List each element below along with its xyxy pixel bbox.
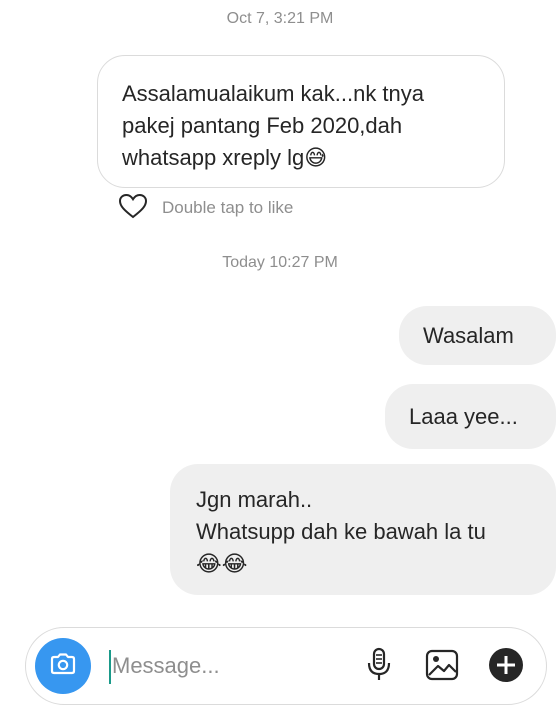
message-text: Wasalam xyxy=(423,322,514,348)
message-text: Assalamualaikum kak...nk tnya pakej pant… xyxy=(122,81,425,170)
timestamp: Today 10:27 PM xyxy=(222,254,338,271)
double-tap-hint: Double tap to like xyxy=(162,198,294,217)
incoming-message-bubble[interactable]: Assalamualaikum kak...nk tnya pakej pant… xyxy=(97,55,505,188)
text-cursor xyxy=(109,650,111,684)
add-button[interactable] xyxy=(486,647,526,687)
add-icon xyxy=(488,647,524,688)
heart-icon[interactable] xyxy=(118,193,148,224)
camera-button[interactable] xyxy=(35,638,91,694)
like-row: Double tap to like xyxy=(118,193,294,220)
outgoing-message-bubble[interactable]: Wasalam xyxy=(399,306,556,365)
gallery-button[interactable] xyxy=(422,647,462,687)
outgoing-message-bubble[interactable]: Jgn marah.. Whatsupp dah ke bawah la tu 😂… xyxy=(170,464,556,595)
voice-button[interactable] xyxy=(359,647,399,687)
message-input[interactable] xyxy=(112,646,342,686)
timestamp: Oct 7, 3:21 PM xyxy=(226,10,334,27)
gallery-icon xyxy=(425,649,459,686)
camera-icon xyxy=(50,652,76,680)
message-text: Jgn marah.. Whatsupp dah ke bawah la tu xyxy=(196,487,486,544)
message-text: Laaa yee... xyxy=(409,403,518,429)
sweat-smile-emoji: 😅 xyxy=(304,146,328,171)
message-composer xyxy=(25,627,547,705)
microphone-icon xyxy=(366,647,392,688)
laughing-emoji: 😂😂 xyxy=(196,552,248,577)
outgoing-message-bubble[interactable]: Laaa yee... xyxy=(385,384,556,449)
